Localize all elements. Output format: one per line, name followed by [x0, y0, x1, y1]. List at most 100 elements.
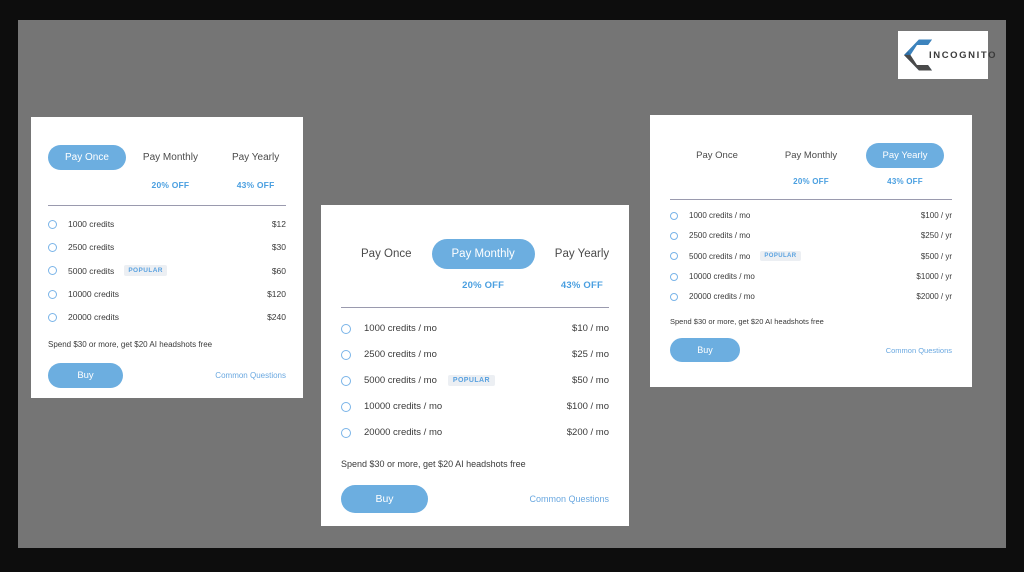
radio-icon[interactable]	[670, 231, 678, 240]
tab-pay-once-label: Pay Once	[48, 145, 126, 170]
plan-label: 10000 credits / mo	[689, 272, 755, 281]
tab-pay-once-label: Pay Once	[361, 248, 412, 260]
tab-pay-monthly-discount: 20% OFF	[793, 177, 829, 186]
tab-pay-monthly-discount: 20% OFF	[151, 180, 190, 190]
plan-label: 20000 credits	[68, 312, 120, 322]
tab-pay-once-label: Pay Once	[696, 150, 738, 161]
plan-price: $240	[267, 312, 286, 322]
plan-label: 5000 credits / mo	[689, 251, 751, 261]
billing-period-tabs: Pay Once Pay Monthly 20% OFF Pay Yearly …	[341, 239, 609, 291]
radio-icon[interactable]	[48, 266, 57, 275]
radio-icon[interactable]	[48, 289, 57, 299]
pricing-card-pay-once: Pay Once Pay Monthly 20% OFF Pay Yearly …	[31, 117, 303, 398]
buy-button[interactable]: Buy	[670, 338, 740, 362]
plan-option-row[interactable]: 2500 credits $30	[48, 242, 286, 252]
billing-period-tabs: Pay Once Pay Monthly 20% OFF Pay Yearly …	[48, 145, 286, 190]
popular-badge: POPULAR	[447, 375, 495, 386]
tabs-divider	[670, 199, 952, 200]
plan-option-row[interactable]: 20000 credits / mo $200 / mo	[341, 427, 609, 438]
plan-option-row[interactable]: 10000 credits / mo $100 / mo	[341, 401, 609, 412]
incognito-logo: INCOGNITO	[898, 31, 995, 79]
popular-badge: POPULAR	[760, 251, 801, 261]
tab-pay-yearly-discount: 43% OFF	[560, 280, 603, 291]
plan-price: $50 / mo	[572, 375, 609, 386]
plan-label: 20000 credits / mo	[689, 292, 755, 301]
plan-price: $100 / yr	[920, 211, 952, 220]
plan-option-row[interactable]: 1000 credits / mo $10 / mo	[341, 323, 609, 334]
buy-button[interactable]: Buy	[341, 485, 428, 513]
common-questions-link[interactable]: Common Questions	[215, 371, 286, 380]
tab-pay-monthly-label: Pay Monthly	[431, 239, 535, 269]
radio-icon[interactable]	[48, 219, 57, 229]
plan-option-row[interactable]: 5000 credits POPULAR $60	[48, 265, 286, 276]
tab-pay-yearly-label: Pay Yearly	[865, 143, 945, 168]
plan-price: $250 / yr	[920, 231, 952, 240]
card-footer: Buy Common Questions	[670, 338, 952, 362]
radio-icon[interactable]	[341, 349, 351, 360]
tab-pay-yearly[interactable]: Pay Yearly 43% OFF	[215, 145, 296, 190]
tab-pay-yearly[interactable]: Pay Yearly 43% OFF	[535, 239, 629, 291]
tabs-divider	[48, 205, 286, 206]
plan-option-row[interactable]: 2500 credits / mo $250 / yr	[670, 231, 952, 240]
app-canvas: INCOGNITO Pay Once Pay Monthly 20% OFF P…	[18, 20, 1006, 548]
tab-pay-monthly-label: Pay Monthly	[142, 152, 198, 163]
pricing-card-pay-monthly: Pay Once Pay Monthly 20% OFF Pay Yearly …	[321, 205, 629, 526]
plan-option-row[interactable]: 10000 credits / mo $1000 / yr	[670, 272, 952, 281]
plan-option-row[interactable]: 10000 credits $120	[48, 289, 286, 299]
common-questions-link[interactable]: Common Questions	[886, 346, 952, 355]
card-footer: Buy Common Questions	[341, 485, 609, 513]
tab-pay-once[interactable]: Pay Once	[48, 145, 126, 180]
tab-pay-yearly-discount: 43% OFF	[236, 180, 275, 190]
card-footer: Buy Common Questions	[48, 363, 286, 388]
plan-price: $500 / yr	[920, 251, 952, 261]
logo-wordmark: INCOGNITO	[929, 49, 998, 61]
tab-pay-monthly-discount: 20% OFF	[462, 280, 505, 291]
radio-icon[interactable]	[670, 292, 678, 301]
buy-button[interactable]: Buy	[48, 363, 123, 388]
plan-option-row[interactable]: 1000 credits $12	[48, 219, 286, 229]
popular-badge: POPULAR	[124, 265, 167, 276]
radio-icon[interactable]	[341, 401, 351, 412]
plan-price: $1000 / yr	[916, 272, 952, 281]
radio-icon[interactable]	[48, 312, 57, 322]
radio-icon[interactable]	[48, 242, 57, 252]
plan-option-row[interactable]: 2500 credits / mo $25 / mo	[341, 349, 609, 360]
plan-label: 1000 credits	[68, 219, 115, 229]
radio-icon[interactable]	[341, 375, 351, 386]
radio-icon[interactable]	[341, 427, 351, 438]
plan-price: $2000 / yr	[916, 292, 952, 301]
tab-pay-once[interactable]: Pay Once	[341, 239, 432, 280]
tab-pay-yearly[interactable]: Pay Yearly 43% OFF	[858, 143, 952, 186]
promo-note: Spend $30 or more, get $20 AI headshots …	[670, 317, 824, 326]
plan-label: 2500 credits / mo	[689, 231, 751, 240]
promo-note: Spend $30 or more, get $20 AI headshots …	[48, 340, 213, 349]
plan-price: $30	[271, 242, 286, 252]
plan-label: 20000 credits / mo	[364, 427, 443, 438]
plan-label: 1000 credits / mo	[689, 211, 751, 220]
radio-icon[interactable]	[341, 323, 351, 334]
radio-icon[interactable]	[670, 272, 678, 281]
plan-price: $60	[271, 265, 286, 276]
tab-pay-once[interactable]: Pay Once	[670, 143, 764, 177]
plan-price: $25 / mo	[572, 349, 609, 360]
billing-period-tabs: Pay Once Pay Monthly 20% OFF Pay Yearly …	[670, 143, 952, 186]
tab-pay-yearly-label: Pay Yearly	[231, 152, 280, 163]
common-questions-link[interactable]: Common Questions	[529, 494, 609, 504]
tab-pay-yearly-discount: 43% OFF	[887, 177, 923, 186]
plan-label: 2500 credits	[68, 242, 115, 252]
plan-label: 5000 credits	[68, 265, 115, 276]
tab-pay-monthly[interactable]: Pay Monthly 20% OFF	[126, 145, 215, 190]
plan-option-row[interactable]: 20000 credits $240	[48, 312, 286, 322]
tab-pay-monthly[interactable]: Pay Monthly 20% OFF	[764, 143, 858, 186]
plan-label: 10000 credits	[68, 289, 120, 299]
plan-option-row[interactable]: 20000 credits / mo $2000 / yr	[670, 292, 952, 301]
plan-price: $10 / mo	[572, 323, 609, 334]
pricing-card-pay-yearly: Pay Once Pay Monthly 20% OFF Pay Yearly …	[650, 115, 972, 387]
plan-option-row[interactable]: 5000 credits / mo POPULAR $50 / mo	[341, 375, 609, 386]
radio-icon[interactable]	[670, 252, 678, 260]
plan-option-row[interactable]: 5000 credits / mo POPULAR $500 / yr	[670, 251, 952, 261]
plan-label: 2500 credits / mo	[364, 349, 437, 360]
plan-option-row[interactable]: 1000 credits / mo $100 / yr	[670, 211, 952, 220]
radio-icon[interactable]	[670, 211, 678, 220]
tab-pay-monthly[interactable]: Pay Monthly 20% OFF	[431, 239, 535, 291]
